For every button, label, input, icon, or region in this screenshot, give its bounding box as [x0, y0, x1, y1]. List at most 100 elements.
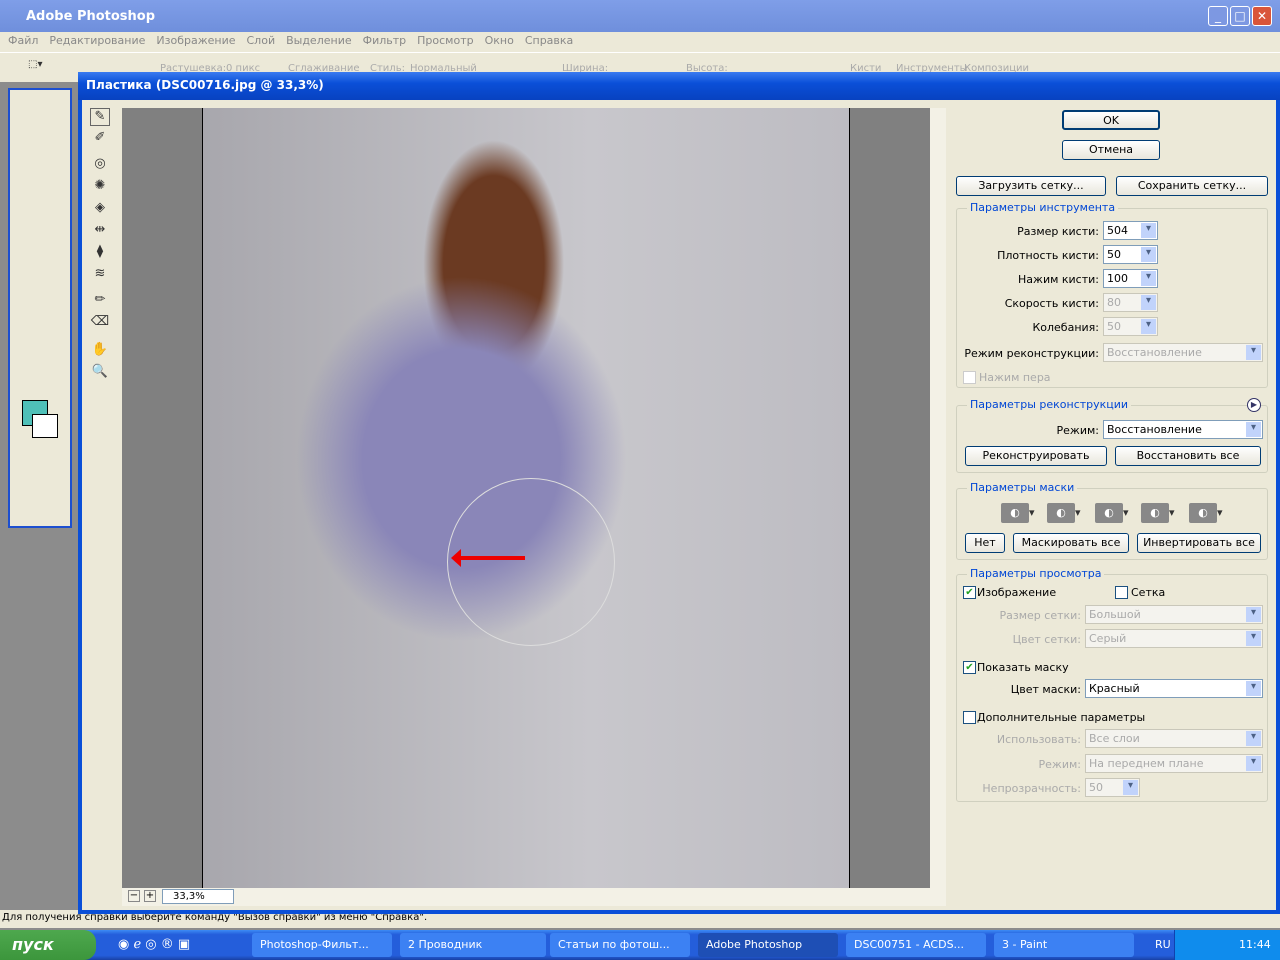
options-panel: OK Отмена Загрузить сетку... Сохранить с… — [952, 100, 1272, 910]
zoom-tool-icon[interactable]: 🔍 — [90, 364, 110, 382]
show-mask-checkbox[interactable]: ✔ — [963, 661, 976, 674]
brush-size-label: Размер кисти: — [1017, 225, 1099, 238]
recon-mode-label: Режим: — [1056, 424, 1099, 437]
mask-add-icon[interactable]: ◐ ▾ — [1047, 503, 1087, 523]
forward-warp-tool-icon[interactable]: ✎ — [90, 108, 110, 126]
red-arrow-annotation — [451, 549, 525, 567]
app-title-bar: Adobe Photoshop — [0, 0, 1280, 32]
image-label: Изображение — [977, 586, 1057, 599]
invert-all-button[interactable]: Инвертировать все — [1137, 533, 1261, 553]
restore-all-button[interactable]: Восстановить все — [1115, 446, 1261, 466]
mesh-size-select[interactable]: Большой — [1085, 605, 1263, 624]
system-tray: 11:44 — [1174, 930, 1280, 960]
close-button[interactable]: ✕ — [1252, 6, 1272, 26]
brush-pressure-label: Нажим кисти: — [1018, 273, 1099, 286]
opacity-select[interactable]: 50 — [1085, 778, 1140, 797]
view-options-group: Параметры просмотра ✔ Изображение Сетка … — [956, 567, 1268, 802]
stylus-checkbox[interactable] — [963, 371, 976, 384]
task-chrome[interactable]: Photoshop-Фильт... — [252, 933, 392, 957]
mode-select[interactable]: На переднем плане — [1085, 754, 1263, 773]
ok-button[interactable]: OK — [1062, 110, 1160, 130]
menu-file[interactable]: Файл — [8, 34, 38, 47]
turbulence-select[interactable]: 50 — [1103, 317, 1158, 336]
menu-image[interactable]: Изображение — [156, 34, 235, 47]
task-paint[interactable]: 3 - Paint — [994, 933, 1134, 957]
extra-options-checkbox[interactable] — [963, 711, 976, 724]
hand-tool-icon[interactable]: ✋ — [90, 342, 110, 360]
task-acdsee[interactable]: DSC00751 - ACDS... — [846, 933, 986, 957]
menu-bar: Файл Редактирование Изображение Слой Выделен… — [0, 32, 1280, 52]
use-select[interactable]: Все слои — [1085, 729, 1263, 748]
use-label: Использовать: — [996, 733, 1081, 746]
bloat-tool-icon[interactable]: ◈ — [90, 200, 110, 218]
opacity-label: Непрозрачность: — [982, 782, 1081, 795]
menu-help[interactable]: Справка — [525, 34, 573, 47]
zoom-bar: − + 33,3% — [122, 888, 946, 906]
start-button[interactable]: пуск — [0, 930, 96, 960]
menu-view[interactable]: Просмотр — [417, 34, 473, 47]
minimize-button[interactable]: _ — [1208, 6, 1228, 26]
reconstruct-button[interactable]: Реконструировать — [965, 446, 1107, 466]
start-label: пуск — [12, 935, 54, 954]
vertical-scrollbar[interactable] — [930, 108, 946, 888]
reconstruct-tool-icon[interactable]: ✐ — [90, 130, 110, 148]
preview-image[interactable] — [202, 108, 850, 888]
twirl-tool-icon[interactable]: ◎ — [90, 156, 110, 174]
pucker-tool-icon[interactable]: ✺ — [90, 178, 110, 196]
menu-layer[interactable]: Слой — [247, 34, 276, 47]
task-word[interactable]: Статьи по фотош... — [550, 933, 690, 957]
zoom-in-button[interactable]: + — [144, 890, 156, 902]
image-checkbox[interactable]: ✔ — [963, 586, 976, 599]
thaw-mask-tool-icon[interactable]: ⌫ — [90, 314, 110, 332]
push-left-tool-icon[interactable]: ⇹ — [90, 222, 110, 240]
mesh-size-label: Размер сетки: — [999, 609, 1082, 622]
mirror-tool-icon[interactable]: ⧫ — [90, 244, 110, 262]
mask-group: Параметры маски ◐ ▾ ◐ ▾ ◐ ▾ ◐ ▾ ◐ ▾ Нет Маски… — [956, 481, 1268, 560]
menu-window[interactable]: Окно — [485, 34, 514, 47]
background-color-swatch[interactable] — [32, 414, 58, 438]
preview-canvas[interactable] — [122, 108, 946, 888]
zoom-select[interactable]: 33,3% — [162, 889, 234, 904]
freeze-mask-tool-icon[interactable]: ✏ — [90, 292, 110, 310]
marquee-icon[interactable]: ⬚▾ — [28, 59, 42, 70]
save-mesh-button[interactable]: Сохранить сетку... — [1116, 176, 1268, 196]
task-explorer[interactable]: 2 Проводник — [400, 933, 546, 957]
mask-subtract-icon[interactable]: ◐ ▾ — [1095, 503, 1135, 523]
brush-rate-select[interactable]: 80 — [1103, 293, 1158, 312]
menu-edit[interactable]: Редактирование — [49, 34, 145, 47]
mask-replace-icon[interactable]: ◐ ▾ — [1001, 503, 1041, 523]
brush-density-select[interactable]: 50 — [1103, 245, 1158, 264]
app-title: Adobe Photoshop — [26, 9, 156, 24]
mask-all-button[interactable]: Маскировать все — [1013, 533, 1129, 553]
language-indicator[interactable]: RU — [1155, 938, 1171, 951]
mask-invert-icon[interactable]: ◐ ▾ — [1189, 503, 1229, 523]
recon-mode-select[interactable]: Восстановление — [1103, 343, 1263, 362]
mesh-color-label: Цвет сетки: — [1012, 633, 1081, 646]
brush-pressure-select[interactable]: 100 — [1103, 269, 1158, 288]
clock: 11:44 — [1239, 938, 1271, 951]
task-photoshop[interactable]: Adobe Photoshop — [698, 933, 838, 957]
mask-intersect-icon[interactable]: ◐ ▾ — [1141, 503, 1181, 523]
recon-mode-dropdown[interactable]: Восстановление — [1103, 420, 1263, 439]
mask-color-select[interactable]: Красный — [1085, 679, 1263, 698]
extra-options-label: Дополнительные параметры — [977, 711, 1146, 724]
reconstruct-title: Параметры реконструкции — [967, 398, 1132, 411]
zoom-out-button[interactable]: − — [128, 890, 140, 902]
menu-filter[interactable]: Фильтр — [363, 34, 407, 47]
tool-options-title: Параметры инструмента — [967, 201, 1119, 214]
mode-label: Режим: — [1038, 758, 1081, 771]
cancel-button[interactable]: Отмена — [1062, 140, 1160, 160]
show-mask-label: Показать маску — [977, 661, 1069, 674]
brush-size-select[interactable]: 504 — [1103, 221, 1158, 240]
load-mesh-button[interactable]: Загрузить сетку... — [956, 176, 1106, 196]
mesh-color-select[interactable]: Серый — [1085, 629, 1263, 648]
brush-density-label: Плотность кисти: — [997, 249, 1099, 262]
menu-arrow-icon[interactable]: ▶ — [1247, 398, 1261, 412]
quick-launch-icons[interactable]: ◉ ℯ ◎ ® ▣ — [118, 937, 190, 952]
maximize-button[interactable]: □ — [1230, 6, 1250, 26]
menu-select[interactable]: Выделение — [286, 34, 352, 47]
mesh-checkbox[interactable] — [1115, 586, 1128, 599]
mask-none-button[interactable]: Нет — [965, 533, 1005, 553]
brush-cursor — [447, 478, 615, 646]
turbulence-tool-icon[interactable]: ≋ — [90, 266, 110, 284]
